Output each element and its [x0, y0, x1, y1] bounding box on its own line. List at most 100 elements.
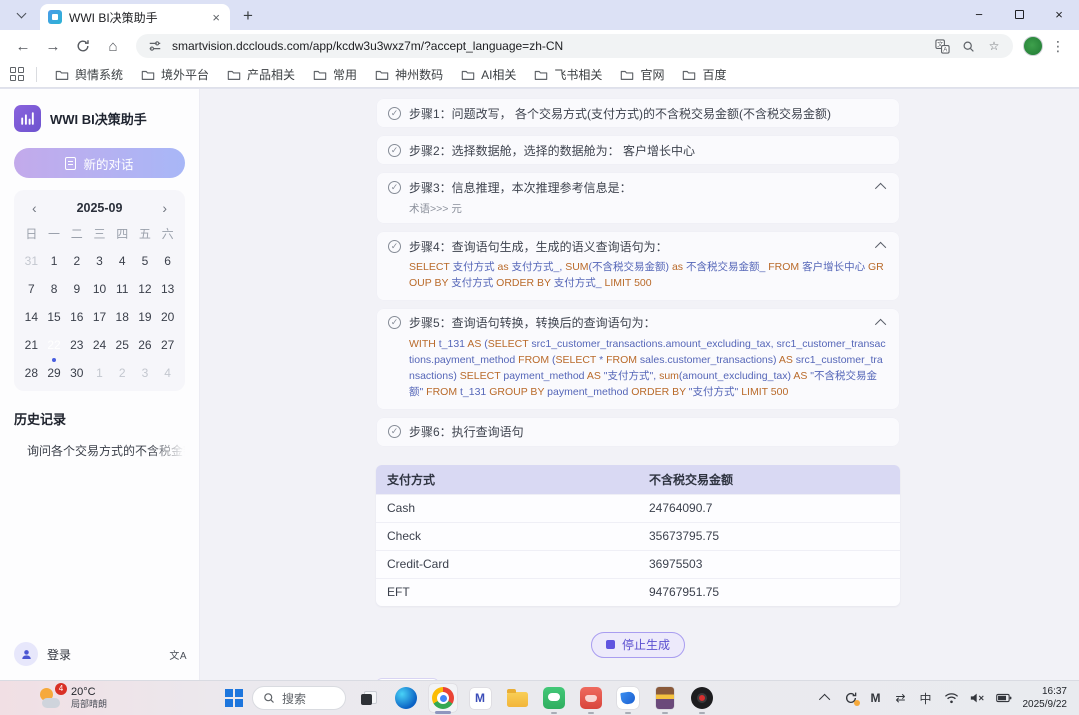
bookmark-folder[interactable]: AI相关	[453, 63, 524, 86]
collapse-chevron-icon[interactable]	[875, 242, 886, 253]
bookmark-folder[interactable]: 飞书相关	[526, 63, 610, 86]
calendar-next-icon[interactable]: ›	[158, 200, 171, 216]
collapse-chevron-icon[interactable]	[875, 183, 886, 194]
calendar-day[interactable]: 10	[88, 277, 111, 301]
calendar-day[interactable]: 21	[20, 333, 43, 357]
task-view-button[interactable]	[355, 684, 383, 712]
network-arrows-icon[interactable]: ⇄	[894, 691, 908, 705]
calendar-day[interactable]: 19	[134, 305, 157, 329]
calendar-day[interactable]: 31	[20, 249, 43, 273]
sync-icon[interactable]	[844, 691, 858, 705]
taskbar-app-explorer[interactable]	[503, 684, 531, 712]
calendar-day[interactable]: 12	[134, 277, 157, 301]
ime-indicator[interactable]: 中	[919, 690, 933, 707]
calendar-prev-icon[interactable]: ‹	[28, 200, 41, 216]
calendar-day[interactable]: 2	[111, 361, 134, 385]
calendar-day[interactable]: 24	[88, 333, 111, 357]
step-header[interactable]: ✓步骤5：查询语句转换，转换后的查询语句为：	[388, 313, 888, 333]
volume-muted-icon[interactable]	[970, 692, 985, 704]
window-close-button[interactable]: ×	[1039, 0, 1079, 28]
tab-close-icon[interactable]: ×	[210, 10, 222, 25]
calendar-day[interactable]: 4	[156, 361, 179, 385]
calendar-day[interactable]: 27	[156, 333, 179, 357]
home-icon[interactable]: ⌂	[100, 33, 126, 59]
bookmark-folder[interactable]: 官网	[612, 63, 672, 86]
taskbar-app-green[interactable]	[540, 684, 568, 712]
url-text[interactable]: smartvision.dcclouds.com/app/kcdw3u3wxz7…	[172, 39, 925, 53]
weather-widget[interactable]: 4 20°C 局部晴朗	[38, 686, 107, 710]
bookmark-folder[interactable]: 常用	[305, 63, 365, 86]
taskbar-search[interactable]: 搜索	[252, 686, 346, 710]
wifi-icon[interactable]	[944, 692, 959, 704]
browser-profile-avatar[interactable]	[1023, 36, 1043, 56]
bookmark-folder[interactable]: 产品相关	[219, 63, 303, 86]
calendar-day[interactable]: 7	[20, 277, 43, 301]
collapse-chevron-icon[interactable]	[875, 318, 886, 329]
window-maximize-button[interactable]	[999, 0, 1039, 28]
calendar-day[interactable]: 8	[43, 277, 66, 301]
login-button[interactable]: 登录	[47, 646, 71, 663]
calendar-day[interactable]: 1	[43, 249, 66, 273]
bookmark-star-icon[interactable]: ☆	[985, 37, 1003, 55]
taskbar-app-edge[interactable]	[392, 684, 420, 712]
language-icon[interactable]: 文A	[169, 647, 187, 662]
user-avatar[interactable]	[14, 642, 38, 666]
bookmark-folder[interactable]: 神州数码	[367, 63, 451, 86]
bookmark-folder[interactable]: 百度	[674, 63, 734, 86]
taskbar-app-m[interactable]: M	[466, 684, 494, 712]
calendar-day[interactable]: 15	[43, 305, 66, 329]
new-chat-button[interactable]: 新的对话	[14, 148, 185, 178]
calendar-day-selected[interactable]: 22	[43, 333, 66, 357]
battery-icon[interactable]	[996, 693, 1012, 703]
calendar-day[interactable]: 13	[156, 277, 179, 301]
calendar-day[interactable]: 17	[88, 305, 111, 329]
taskbar-app-winrar[interactable]	[651, 684, 679, 712]
calendar-day[interactable]: 16	[65, 305, 88, 329]
calendar-day[interactable]: 11	[111, 277, 134, 301]
taskbar-app-chrome[interactable]	[429, 684, 457, 712]
calendar-day[interactable]: 30	[65, 361, 88, 385]
calendar-day[interactable]: 14	[20, 305, 43, 329]
reload-icon[interactable]	[70, 33, 96, 59]
stop-generating-button[interactable]: 停止生成	[591, 632, 685, 658]
taskbar-app-cat[interactable]	[577, 684, 605, 712]
bookmark-folder[interactable]: 境外平台	[133, 63, 217, 86]
calendar-day[interactable]: 25	[111, 333, 134, 357]
site-settings-icon[interactable]	[146, 37, 164, 55]
calendar-day[interactable]: 28	[20, 361, 43, 385]
bookmark-folder[interactable]: 舆情系统	[47, 63, 131, 86]
zoom-search-icon[interactable]	[959, 37, 977, 55]
tab-search-button[interactable]	[8, 4, 34, 26]
calendar-day[interactable]: 3	[88, 249, 111, 273]
new-tab-button[interactable]: +	[236, 4, 260, 28]
calendar-day[interactable]: 26	[134, 333, 157, 357]
calendar-day[interactable]: 29	[43, 361, 66, 385]
address-bar[interactable]: smartvision.dcclouds.com/app/kcdw3u3wxz7…	[136, 34, 1013, 58]
calendar-day[interactable]: 9	[65, 277, 88, 301]
start-button[interactable]	[225, 689, 243, 707]
back-icon[interactable]: ←	[10, 33, 36, 59]
clock[interactable]: 16:37 2025/9/22	[1023, 685, 1068, 712]
calendar-day[interactable]: 23	[65, 333, 88, 357]
step-header[interactable]: ✓步骤3：信息推理，本次推理参考信息是：	[388, 177, 888, 197]
calendar-day[interactable]: 1	[88, 361, 111, 385]
tray-expand-icon[interactable]	[819, 694, 833, 702]
taskbar-app-blue[interactable]	[614, 684, 642, 712]
history-item[interactable]: 询问各个交易方式的不含税金额	[14, 442, 185, 459]
window-minimize-button[interactable]: −	[959, 0, 999, 28]
forward-icon[interactable]: →	[40, 33, 66, 59]
step-header[interactable]: ✓步骤4：查询语句生成，生成的语义查询语句为：	[388, 236, 888, 256]
taskbar-app-record[interactable]	[688, 684, 716, 712]
calendar-day[interactable]: 2	[65, 249, 88, 273]
calendar-day[interactable]: 4	[111, 249, 134, 273]
calendar-day[interactable]: 6	[156, 249, 179, 273]
apps-grid-icon[interactable]	[10, 67, 26, 83]
calendar-day[interactable]: 18	[111, 305, 134, 329]
browser-tab-active[interactable]: WWI BI决策助手 ×	[40, 4, 230, 30]
calendar-day[interactable]: 5	[134, 249, 157, 273]
calendar-day[interactable]: 20	[156, 305, 179, 329]
browser-menu-icon[interactable]: ⋮	[1047, 38, 1069, 55]
calendar-day[interactable]: 3	[134, 361, 157, 385]
tray-m-icon[interactable]: M	[869, 691, 883, 705]
translate-icon[interactable]: 文A	[933, 37, 951, 55]
